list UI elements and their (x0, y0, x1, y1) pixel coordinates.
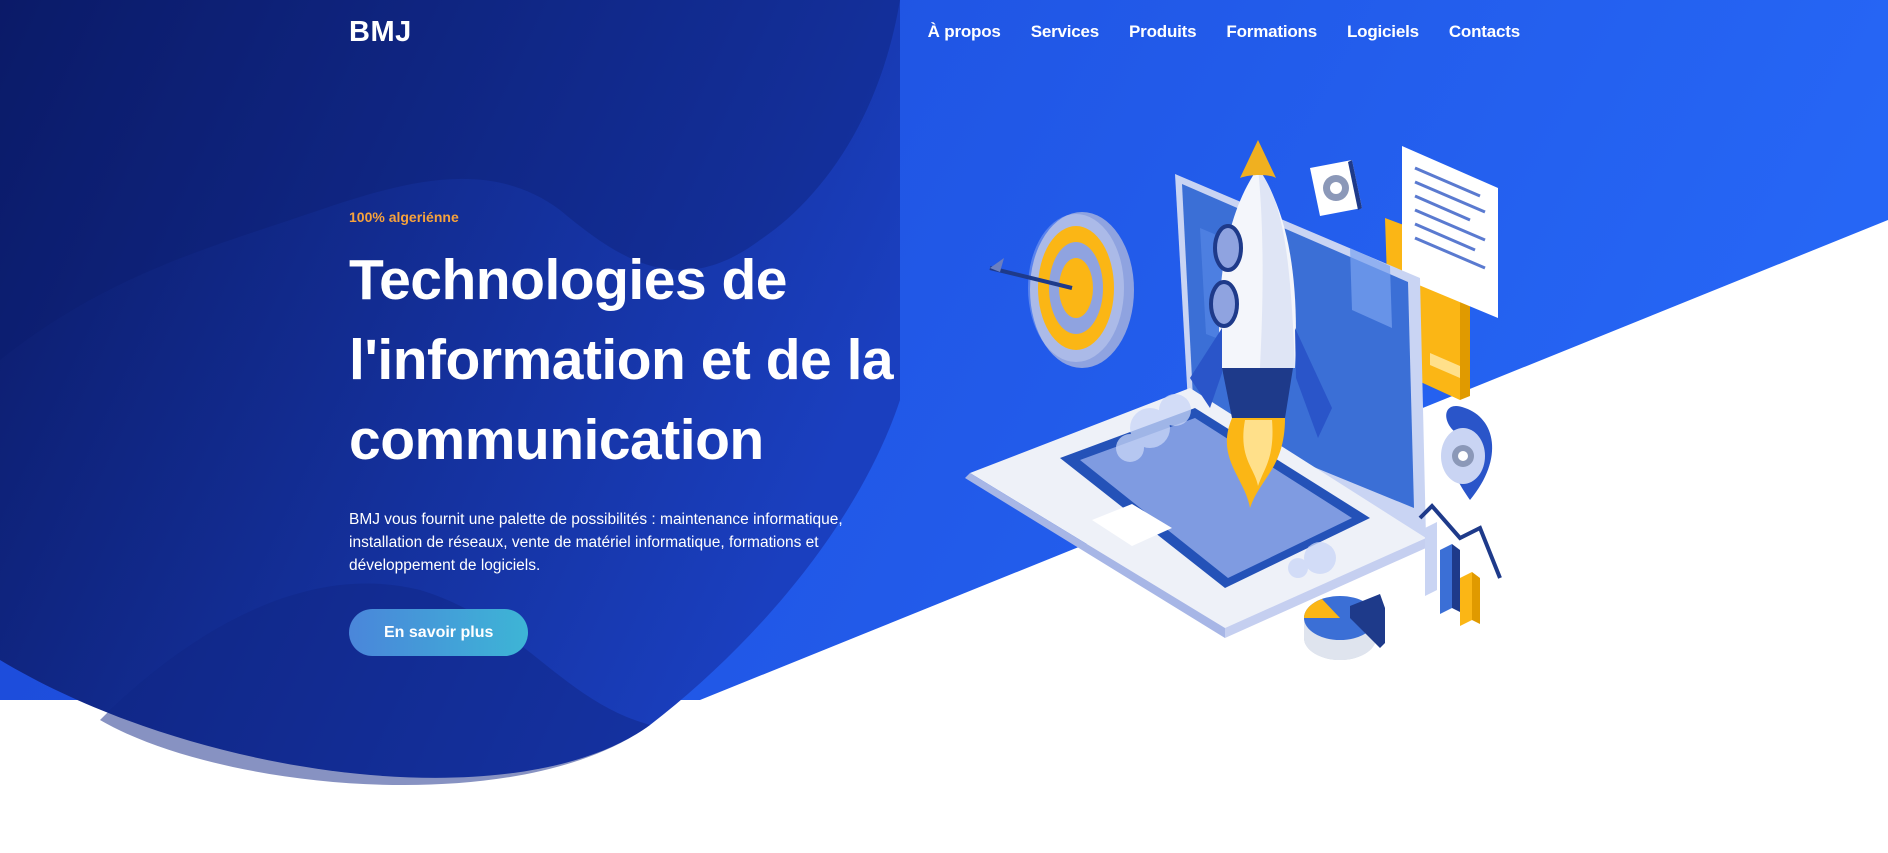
hero-title-line: Technologies de (349, 248, 788, 312)
nav-link-logiciels[interactable]: Logiciels (1347, 22, 1419, 42)
laptop-icon (965, 174, 1426, 638)
hero-title-line: l'information et de la (349, 328, 894, 392)
nav-link-a-propos[interactable]: À propos (928, 22, 1001, 42)
nav-link-contacts[interactable]: Contacts (1449, 22, 1520, 42)
hero-illustration (965, 140, 1502, 660)
pie-chart-icon (1304, 594, 1385, 660)
learn-more-button[interactable]: En savoir plus (349, 609, 529, 656)
main-nav: À propos Services Produits Formations Lo… (928, 22, 1521, 42)
gear-icon (1310, 160, 1362, 216)
hero-description-line: développement de logiciels. (349, 557, 541, 574)
location-pin-icon (1441, 405, 1493, 500)
nav-link-formations[interactable]: Formations (1226, 22, 1317, 42)
hero-description-line: installation de réseaux, vente de matéri… (349, 534, 819, 551)
site-header: BMJ À propos Services Produits Formation… (0, 0, 1888, 68)
hero-title: Technologies de l'information et de la c… (349, 240, 949, 480)
hero-section: 100% algeriénne Technologies de l'inform… (349, 206, 949, 656)
bar-chart-icon (1418, 503, 1502, 626)
hero-description: BMJ vous fournit une palette de possibil… (349, 508, 909, 577)
hero-title-line: communication (349, 408, 764, 472)
hero-tagline: 100% algeriénne (349, 209, 459, 225)
target-icon (989, 212, 1134, 368)
brand-logo[interactable]: BMJ (349, 16, 412, 49)
hero-description-line: BMJ vous fournit une palette de possibil… (349, 511, 843, 528)
nav-link-produits[interactable]: Produits (1129, 22, 1197, 42)
nav-link-services[interactable]: Services (1031, 22, 1100, 42)
